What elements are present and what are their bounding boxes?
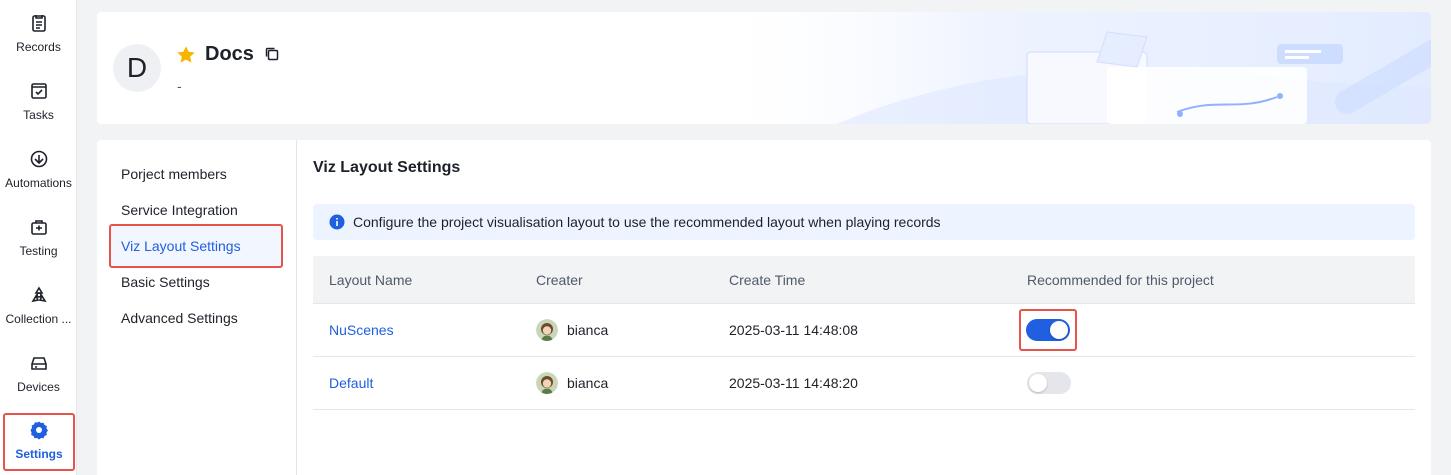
creator-cell: bianca (536, 304, 608, 356)
settings-nav: Porject members Service Integration Viz … (97, 140, 297, 475)
recommended-cell (1019, 304, 1077, 356)
project-description: - (177, 78, 182, 94)
table-row: NuScenes bianca 2025-03-11 14:48:08 (313, 304, 1415, 357)
testing-icon (28, 216, 50, 238)
info-icon (329, 214, 345, 230)
sidebar-item-devices[interactable]: Devices (0, 348, 77, 404)
settings-nav-advanced-settings[interactable]: Advanced Settings (109, 297, 283, 339)
info-text: Configure the project visualisation layo… (353, 214, 941, 230)
records-icon (28, 12, 50, 34)
project-header: D Docs - (97, 12, 1431, 124)
project-title: Docs (205, 43, 254, 65)
star-icon[interactable] (175, 44, 197, 66)
tasks-icon (28, 80, 50, 102)
project-avatar: D (113, 44, 161, 92)
info-banner: Configure the project visualisation layo… (313, 204, 1415, 240)
sidebar-item-collection[interactable]: Collection ... (0, 280, 77, 336)
settings-gear-icon (28, 419, 50, 441)
recommended-cell (1027, 357, 1071, 409)
settings-panel: Porject members Service Integration Viz … (97, 140, 1431, 475)
create-time: 2025-03-11 14:48:20 (729, 375, 858, 391)
layout-name-link[interactable]: NuScenes (329, 304, 394, 356)
recommended-toggle[interactable] (1027, 372, 1071, 394)
creator-cell: bianca (536, 357, 608, 409)
section-title: Viz Layout Settings (313, 159, 461, 176)
toggle-highlight (1019, 309, 1077, 351)
table-header: Layout Name Creater Create Time Recommen… (313, 256, 1415, 304)
table-row: Default bianca 2025-03-11 14:48:20 (313, 357, 1415, 410)
toggle-knob (1050, 321, 1068, 339)
app-sidebar: Records Tasks Automations Testing Collec… (0, 0, 77, 475)
avatar (536, 319, 558, 341)
sidebar-item-label: Testing (19, 244, 58, 258)
sidebar-item-label: Tasks (23, 108, 54, 122)
avatar (536, 372, 558, 394)
devices-icon (28, 352, 50, 374)
toggle-knob (1029, 374, 1047, 392)
sidebar-item-tasks[interactable]: Tasks (0, 76, 77, 132)
sidebar-item-records[interactable]: Records (0, 8, 77, 64)
creator-name: bianca (567, 322, 609, 338)
create-time: 2025-03-11 14:48:08 (729, 322, 858, 338)
layout-table: Layout Name Creater Create Time Recommen… (313, 256, 1415, 410)
sidebar-item-automations[interactable]: Automations (0, 144, 77, 200)
sidebar-item-label: Records (16, 40, 61, 54)
header-illustration (697, 12, 1431, 124)
column-header-create-time: Create Time (729, 271, 806, 288)
sidebar-item-testing[interactable]: Testing (0, 212, 77, 268)
copy-icon[interactable] (263, 45, 281, 63)
sidebar-item-label: Automations (5, 176, 72, 190)
column-header-layout-name: Layout Name (329, 271, 413, 288)
creator-name: bianca (567, 375, 609, 391)
layout-name-link[interactable]: Default (329, 357, 373, 409)
sidebar-item-label: Devices (17, 380, 60, 394)
recommended-toggle[interactable] (1026, 319, 1070, 341)
column-header-recommended: Recommended for this project (1027, 271, 1214, 288)
column-header-creater: Creater (536, 271, 583, 288)
viz-layout-content: Viz Layout Settings Configure the projec… (313, 140, 1415, 475)
automations-icon (28, 148, 50, 170)
collection-icon (28, 284, 50, 306)
sidebar-item-label: Collection ... (5, 312, 72, 326)
sidebar-item-settings[interactable]: Settings (3, 413, 75, 471)
sidebar-item-label: Settings (15, 447, 63, 461)
